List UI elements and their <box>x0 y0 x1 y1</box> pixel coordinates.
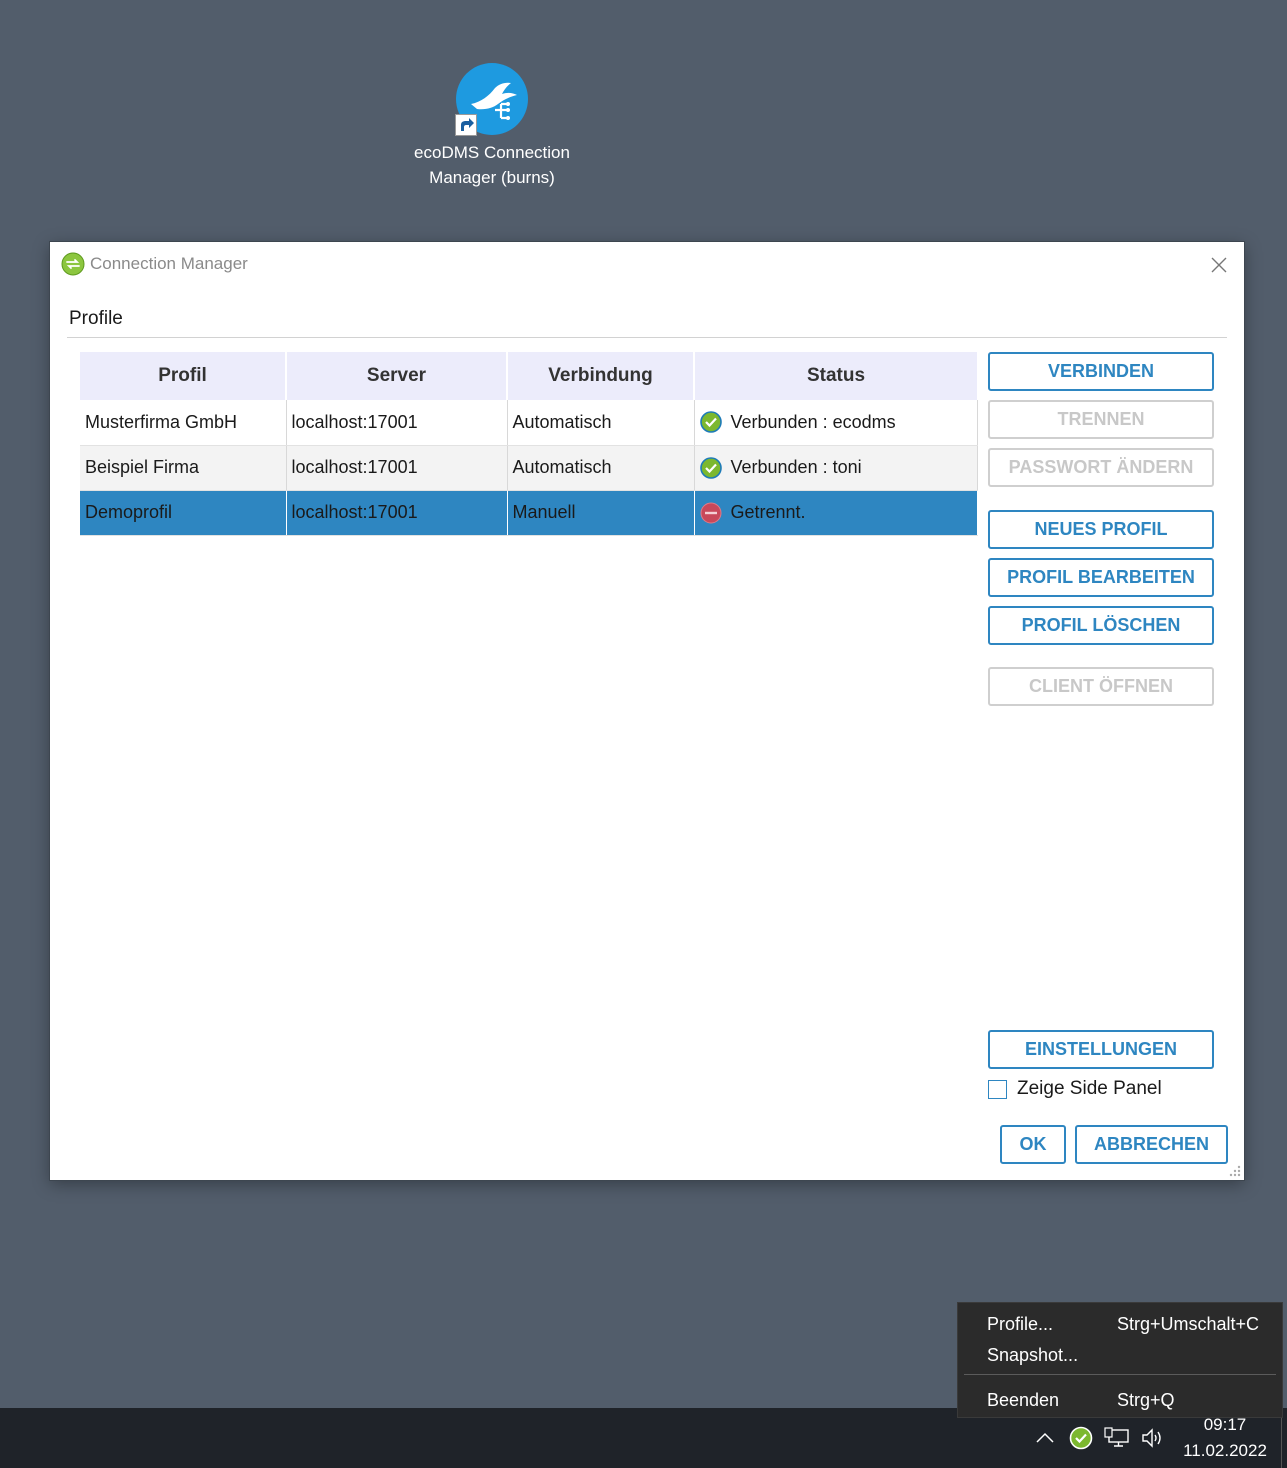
menu-item-shortcut: Strg+Q <box>1117 1390 1175 1410</box>
network-tray-button[interactable] <box>1104 1425 1130 1451</box>
ecodms-tray-button[interactable] <box>1068 1425 1094 1451</box>
title-bar[interactable]: Connection Manager <box>50 242 1244 286</box>
client-oeffnen-button[interactable]: CLIENT ÖFFNEN <box>988 667 1214 706</box>
menu-item-label: Beenden <box>987 1390 1060 1410</box>
section-title: Profile <box>69 308 123 329</box>
column-header-status[interactable]: Status <box>694 352 977 400</box>
menu-item-label: Profile... <box>987 1314 1054 1334</box>
ecodms-logo-icon <box>455 62 529 136</box>
cell-status: Verbunden : toni <box>694 445 978 491</box>
cell-server: localhost:17001 <box>286 445 508 491</box>
clock-date: 11.02.2022 <box>1183 1441 1267 1460</box>
volume-tray-button[interactable] <box>1140 1425 1166 1451</box>
cell-profil: Beispiel Firma <box>80 445 287 491</box>
column-header-server[interactable]: Server <box>286 352 508 400</box>
section-divider <box>67 337 1227 338</box>
ok-button[interactable]: OK <box>1000 1125 1066 1164</box>
menu-item-shortcut: Strg+Umschalt+C <box>1117 1314 1260 1334</box>
shortcut-arrow-icon <box>455 114 477 136</box>
connected-check-icon <box>699 411 722 434</box>
table-header-row: Profil Server Verbindung Status <box>80 352 977 400</box>
menu-item-label: Snapshot... <box>987 1345 1079 1365</box>
close-button[interactable] <box>1206 252 1232 278</box>
einstellungen-button[interactable]: EINSTELLUNGEN <box>988 1030 1214 1069</box>
cell-profil: Musterfirma GmbH <box>80 400 287 446</box>
column-header-verbindung[interactable]: Verbindung <box>507 352 695 400</box>
cell-verbindung: Automatisch <box>507 400 695 446</box>
cell-profil: Demoprofil <box>80 490 287 536</box>
passwort-aendern-button[interactable]: PASSWORT ÄNDERN <box>988 448 1214 487</box>
network-icon <box>1104 1427 1129 1447</box>
table-row[interactable]: Beispiel Firma localhost:17001 Automatis… <box>80 445 978 491</box>
tray-context-menu: Profile... Strg+Umschalt+C Snapshot... B… <box>957 1302 1283 1418</box>
abbrechen-button[interactable]: ABBRECHEN <box>1075 1125 1228 1164</box>
connected-check-icon <box>1069 1426 1093 1450</box>
profil-loeschen-button[interactable]: PROFIL LÖSCHEN <box>988 606 1214 645</box>
cell-verbindung: Manuell <box>507 490 695 536</box>
side-panel-label: Zeige Side Panel <box>1017 1078 1162 1099</box>
neues-profil-button[interactable]: NEUES PROFIL <box>988 510 1214 549</box>
connection-manager-icon <box>61 252 85 276</box>
cell-server: localhost:17001 <box>286 400 508 446</box>
cell-server: localhost:17001 <box>286 490 508 536</box>
side-panel-option[interactable]: Zeige Side Panel <box>988 1078 1162 1100</box>
status-text: Getrennt. <box>730 502 806 522</box>
chevron-up-icon <box>1036 1432 1054 1443</box>
connected-check-icon <box>699 456 722 479</box>
trennen-button[interactable]: TRENNEN <box>988 400 1214 439</box>
speaker-icon <box>1142 1428 1161 1448</box>
menu-item-profile[interactable]: Profile... Strg+Umschalt+C <box>958 1309 1282 1339</box>
resize-grip-icon[interactable] <box>1229 1165 1241 1177</box>
profil-bearbeiten-button[interactable]: PROFIL BEARBEITEN <box>988 558 1214 597</box>
cell-status: Getrennt. <box>694 490 978 536</box>
profiles-table: Profil Server Verbindung Status Musterfi… <box>80 352 978 536</box>
menu-item-beenden[interactable]: Beenden Strg+Q <box>958 1385 1282 1415</box>
close-icon <box>1211 257 1227 273</box>
desktop-shortcut[interactable]: ecoDMS Connection Manager (burns) <box>398 62 586 190</box>
verbinden-button[interactable]: VERBINDEN <box>988 352 1214 391</box>
dialog-title: Connection Manager <box>90 254 248 273</box>
shortcut-label: ecoDMS Connection Manager (burns) <box>414 143 570 187</box>
system-clock[interactable]: 09:17 11.02.2022 <box>1172 1412 1278 1464</box>
menu-separator <box>964 1374 1276 1375</box>
disconnected-icon <box>700 502 721 523</box>
table-row-selected[interactable]: Demoprofil localhost:17001 Manuell Getre… <box>80 490 978 536</box>
connection-manager-dialog: Connection Manager Profile Profil Server… <box>50 242 1244 1180</box>
status-text: Verbunden : ecodms <box>730 411 896 432</box>
status-text: Verbunden : toni <box>730 457 862 477</box>
cell-status: Verbunden : ecodms <box>694 400 978 446</box>
show-hidden-icons-button[interactable] <box>1032 1425 1058 1451</box>
cell-verbindung: Automatisch <box>507 445 695 491</box>
side-panel-checkbox[interactable] <box>988 1079 1007 1099</box>
column-header-profil[interactable]: Profil <box>80 352 287 400</box>
menu-item-snapshot[interactable]: Snapshot... <box>958 1340 1282 1370</box>
table-row[interactable]: Musterfirma GmbH localhost:17001 Automat… <box>80 400 978 446</box>
